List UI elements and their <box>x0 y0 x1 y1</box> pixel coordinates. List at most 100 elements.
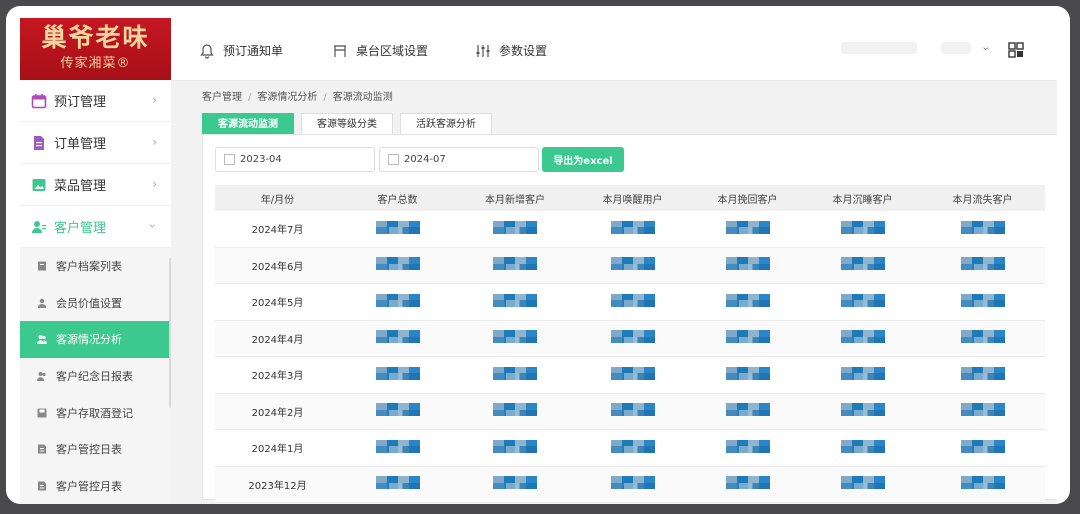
column-header: 本月沉睡客户 <box>805 185 920 211</box>
tab-active-source[interactable]: 活跃客源分析 <box>400 113 492 136</box>
table-row: 2024年4月 <box>215 320 1045 357</box>
masked-value-cell <box>920 247 1045 284</box>
masked-value-cell <box>455 429 575 467</box>
submenu-item-customer-files[interactable]: 客户档案列表 <box>20 248 171 285</box>
table-body: 2024年7月 2024年6月 2024年5月 2024年4月 2024年3月 2024年… <box>215 211 1045 503</box>
redacted-value <box>960 220 1005 234</box>
chevron-down-icon[interactable]: ⌄ <box>981 40 990 53</box>
apps-grid-icon[interactable] <box>1008 42 1024 58</box>
end-month-input[interactable]: 2024-07 <box>379 147 539 172</box>
submenu-item-label: 客户管控月表 <box>56 479 122 493</box>
redacted-value <box>493 257 537 271</box>
masked-value-cell <box>805 429 920 467</box>
masked-value-cell <box>805 283 920 321</box>
bell-icon <box>200 43 214 59</box>
table-row: 2024年1月 <box>215 429 1045 467</box>
user-icon <box>37 298 47 308</box>
tab-source-level[interactable]: 客源等级分类 <box>301 113 393 136</box>
redacted-value <box>493 220 537 234</box>
month-cell: 2024年3月 <box>215 356 340 394</box>
nav-table-area-settings[interactable]: 桌台区域设置 <box>332 42 428 59</box>
table-row: 2024年3月 <box>215 356 1045 394</box>
image-icon <box>32 178 46 191</box>
masked-value-cell <box>690 247 805 284</box>
masked-value-cell <box>575 356 690 394</box>
nav-label: 参数设置 <box>499 44 548 58</box>
masked-value-cell <box>455 466 575 503</box>
brand-name: 巢爷老味 <box>41 23 150 52</box>
sliders-icon <box>476 44 490 57</box>
export-excel-button[interactable]: 导出为excel <box>542 147 624 172</box>
submenu-item-source-analysis[interactable]: 客源情况分析 <box>20 321 171 358</box>
sidebar-item-reservations[interactable]: 预订管理 › <box>20 80 171 122</box>
redacted-value <box>840 293 885 307</box>
submenu-item-anniversary-report[interactable]: 客户纪念日报表 <box>20 357 171 395</box>
masked-value-cell <box>920 211 1045 248</box>
sidebar-item-customers[interactable]: 客户管理 › <box>20 206 171 248</box>
calendar-icon <box>388 154 399 165</box>
submenu-item-label: 客户存取酒登记 <box>56 406 133 420</box>
start-month-value: 2023-04 <box>240 154 282 165</box>
redacted-value <box>375 366 420 380</box>
submenu-item-monthly-control[interactable]: 客户管控月表 <box>20 467 171 504</box>
masked-value-cell <box>805 356 920 394</box>
nav-reservation-notice[interactable]: 预订通知单 <box>199 42 283 59</box>
redacted-value <box>840 257 885 271</box>
redacted-value <box>610 366 655 380</box>
breadcrumb-item: 客源流动监测 <box>332 92 393 103</box>
masked-value-cell <box>340 247 455 284</box>
breadcrumb-item[interactable]: 客源情况分析 <box>257 92 317 103</box>
nav-parameter-settings[interactable]: 参数设置 <box>475 42 547 59</box>
nav-label: 桌台区域设置 <box>356 44 429 58</box>
sidebar-scrollbar[interactable] <box>169 258 171 408</box>
redacted-value <box>960 476 1005 490</box>
redacted-value <box>960 330 1005 344</box>
sidebar-item-dishes[interactable]: 菜品管理 › <box>20 164 171 206</box>
masked-value-cell <box>690 429 805 467</box>
calendar-icon <box>224 154 235 165</box>
customer-flow-table: 年/月份 客户总数 本月新增客户 本月唤醒用户 本月挽回客户 本月沉睡客户 本月… <box>215 185 1045 503</box>
month-cell: 2024年7月 <box>215 211 340 248</box>
tab-source-flow[interactable]: 客源流动监测 <box>202 113 294 136</box>
masked-value-cell <box>805 466 920 503</box>
redacted-value <box>725 476 770 490</box>
masked-value-cell <box>690 211 805 248</box>
masked-value-cell <box>575 283 690 321</box>
month-cell: 2024年1月 <box>215 429 340 467</box>
nav-label: 预订通知单 <box>223 44 284 58</box>
breadcrumb-item[interactable]: 客户管理 <box>202 92 242 103</box>
sidebar: 巢爷老味 传家湘菜® 预订管理 › 订单管理 › 菜品管理 › 客户管理 › 客… <box>20 18 171 504</box>
masked-value-cell <box>805 320 920 357</box>
masked-value-cell <box>575 320 690 357</box>
sidebar-item-label: 预订管理 <box>54 95 107 110</box>
start-month-input[interactable]: 2023-04 <box>215 147 375 172</box>
masked-value-cell <box>690 393 805 430</box>
submenu-item-wine-storage[interactable]: 客户存取酒登记 <box>20 394 171 431</box>
column-header: 本月流失客户 <box>920 185 1045 211</box>
brand-logo[interactable]: 巢爷老味 传家湘菜® <box>20 18 171 80</box>
redacted-value <box>493 293 537 307</box>
brand-subtitle: 传家湘菜® <box>60 56 131 71</box>
chevron-right-icon: › <box>152 177 157 191</box>
submenu-item-daily-control[interactable]: 客户管控日表 <box>20 430 171 468</box>
masked-value-cell <box>575 211 690 248</box>
masked-value-cell <box>575 393 690 430</box>
table-row: 2023年12月 <box>215 466 1045 503</box>
masked-value-cell <box>690 466 805 503</box>
masked-value-cell <box>920 283 1045 321</box>
sidebar-item-orders[interactable]: 订单管理 › <box>20 122 171 164</box>
redacted-value <box>725 293 770 307</box>
masked-value-cell <box>340 211 455 248</box>
masked-value-cell <box>455 211 575 248</box>
users-icon <box>37 335 47 345</box>
redacted-value <box>840 476 885 490</box>
submenu-item-member-value[interactable]: 会员价值设置 <box>20 284 171 322</box>
redacted-value <box>493 330 537 344</box>
redacted-value <box>840 439 885 453</box>
user-name-blurred[interactable] <box>941 42 971 54</box>
redacted-value <box>375 293 420 307</box>
masked-value-cell <box>455 393 575 430</box>
save-icon <box>37 408 47 418</box>
chevron-down-icon: › <box>145 223 160 229</box>
masked-value-cell <box>690 320 805 357</box>
